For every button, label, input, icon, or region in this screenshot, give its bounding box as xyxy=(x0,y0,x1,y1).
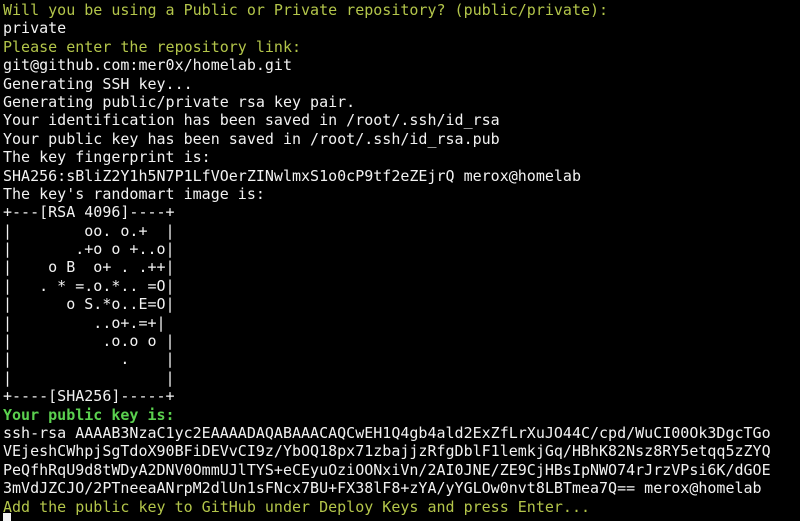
public-key-line: VEjeshCWhpjSgTdoX90BFiDEVvCI9z/YbOQ18px7… xyxy=(3,442,771,461)
randomart-line: | . | xyxy=(3,350,175,369)
randomart-line: | .+o o +..o| xyxy=(3,240,175,259)
output-generating-key-pair: Generating public/private rsa key pair. xyxy=(3,92,356,111)
output-fingerprint: SHA256:sBliZ2Y1h5N7P1LfVOerZINwlmxS1o0cP… xyxy=(3,166,581,185)
prompt-deploy-keys: Add the public key to GitHub under Deplo… xyxy=(3,497,590,516)
output-randomart-label: The key's randomart image is: xyxy=(3,184,265,203)
terminal-window[interactable]: Will you be using a Public or Private re… xyxy=(0,0,800,521)
input-repo-visibility: private xyxy=(3,19,67,38)
public-key-line: PeQfhRqU9d8tWDyA2DNV0OmmUJlTYS+eCEyuOziO… xyxy=(3,460,771,479)
public-key-block: ssh-rsa AAAAB3NzaC1yc2EAAAADAQABAAACAQCw… xyxy=(3,424,800,498)
randomart-line: | ..o+.=+| xyxy=(3,313,166,332)
randomart-line: +----[SHA256]-----+ xyxy=(3,387,175,406)
input-repo-link: git@github.com:mer0x/homelab.git xyxy=(3,56,292,75)
randomart-line: | .o.o o | xyxy=(3,332,175,351)
output-fingerprint-label: The key fingerprint is: xyxy=(3,148,211,167)
prompt-repo-visibility: Will you be using a Public or Private re… xyxy=(3,1,609,19)
output-identification-saved: Your identification has been saved in /r… xyxy=(3,111,500,130)
randomart-line: | | xyxy=(3,368,175,387)
public-key-line: ssh-rsa AAAAB3NzaC1yc2EAAAADAQABAAACAQCw… xyxy=(3,423,771,442)
prompt-repo-link: Please enter the repository link: xyxy=(3,37,302,56)
randomart-line: +---[RSA 4096]----+ xyxy=(3,203,175,222)
randomart-line: | . * =.o.*.. =O| xyxy=(3,276,175,295)
terminal-cursor xyxy=(3,513,11,521)
prompt-public-key: Your public key is: xyxy=(3,405,175,424)
randomart-line: | o B o+ . .++| xyxy=(3,258,175,277)
public-key-line: 3mVdJZCJO/2PTneeaANrpM2dlUn1sFNcx7BU+FX3… xyxy=(3,479,762,498)
randomart-line: | o S.*o..E=O| xyxy=(3,295,175,314)
randomart-line: | oo. o.+ | xyxy=(3,221,175,240)
output-generating-ssh: Generating SSH key... xyxy=(3,74,193,93)
output-public-key-saved: Your public key has been saved in /root/… xyxy=(3,129,500,148)
randomart-image: +---[RSA 4096]----+ | oo. o.+ | | .+o o … xyxy=(3,203,800,405)
